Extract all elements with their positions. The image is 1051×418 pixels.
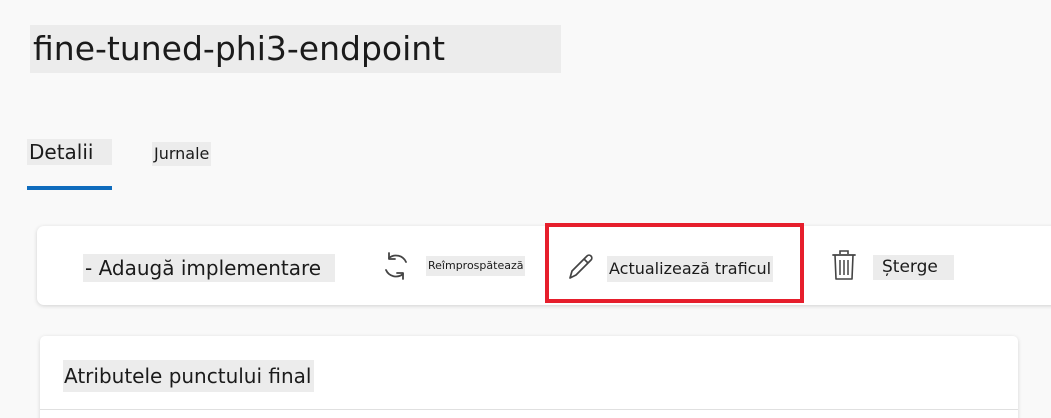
endpoint-attributes-card: Atributele punctului final: [40, 336, 1018, 418]
command-toolbar: - Adaugă implementare Reîmprospătează Ac…: [37, 223, 1051, 305]
add-deployment-button[interactable]: - Adaugă implementare: [83, 254, 335, 282]
update-traffic-button[interactable]: Actualizează traficul: [607, 256, 774, 282]
trash-icon[interactable]: [830, 248, 858, 282]
tab-details[interactable]: Detalii: [27, 139, 112, 165]
endpoint-page: fine-tuned-phi3-endpoint Detalii Jurnale…: [0, 0, 1051, 418]
pencil-icon[interactable]: [565, 249, 597, 283]
card-title: Atributele punctului final: [63, 360, 315, 392]
delete-button[interactable]: Șterge: [873, 255, 954, 280]
tab-selected-indicator: [27, 186, 112, 190]
page-title: fine-tuned-phi3-endpoint: [30, 25, 561, 73]
tab-logs[interactable]: Jurnale: [152, 142, 212, 166]
refresh-icon[interactable]: [380, 249, 412, 283]
refresh-button[interactable]: Reîmprospătează: [426, 256, 526, 276]
divider: [40, 409, 1018, 410]
